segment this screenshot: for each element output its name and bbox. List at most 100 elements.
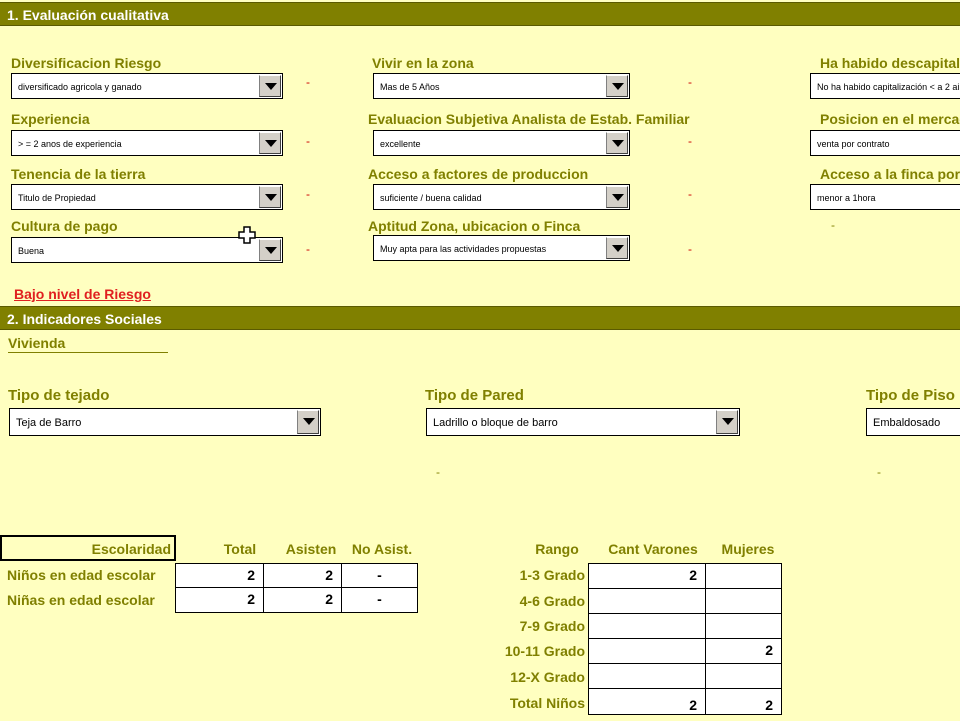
cell-mujeres-10-11[interactable]: 2 [705, 638, 782, 664]
cell-ninos-total[interactable]: 2 [175, 563, 264, 588]
cell-varones-4-6[interactable] [588, 588, 706, 614]
row-label-total-ninos: Total Niños [509, 695, 585, 711]
cell-mujeres-12-x[interactable] [705, 663, 782, 689]
header-mujeres: Mujeres [721, 541, 775, 557]
dash-diversificacion: - [306, 75, 310, 89]
escolaridad-header-cell[interactable]: Escolaridad [0, 535, 176, 561]
label-tipo-piso: Tipo de Piso [866, 387, 955, 404]
dropdown-aptitud-zona[interactable]: Muy apta para las actividades propuestas [373, 235, 630, 261]
header-cant-varones: Cant Varones [608, 541, 698, 557]
dash-acceso-factores: - [688, 187, 692, 201]
dash-vivir-zona: - [688, 75, 692, 89]
dash-tenencia-tierra: - [306, 187, 310, 201]
label-posicion-mercado: Posicion en el mercad [820, 111, 960, 127]
chevron-down-icon[interactable] [259, 186, 281, 208]
section-header-evaluacion: 1. Evaluación cualitativa [0, 2, 960, 26]
chevron-down-icon[interactable] [259, 239, 281, 261]
dropdown-experiencia[interactable]: > = 2 anos de experiencia [11, 130, 283, 156]
chevron-down-icon[interactable] [259, 75, 281, 97]
header-asisten: Asisten [285, 541, 337, 557]
chevron-down-icon[interactable] [606, 132, 628, 154]
dropdown-value: No ha habido capitalización < a 2 ai [817, 82, 960, 92]
label-aptitud-zona: Aptitud Zona, ubicacion o Finca [368, 218, 581, 234]
cell-mujeres-7-9[interactable] [705, 613, 782, 639]
dropdown-value: Teja de Barro [16, 417, 82, 429]
dash-housing-piso: - [877, 465, 881, 479]
row-label-grado-12-x: 12-X Grado [510, 669, 585, 685]
dropdown-acceso-factores[interactable]: suficiente / buena calidad [373, 184, 630, 210]
cell-ninas-total[interactable]: 2 [175, 587, 264, 613]
dropdown-value: suficiente / buena calidad [380, 193, 482, 203]
label-descapitalizacion: Ha habido descapitali [820, 55, 960, 71]
dropdown-value: Mas de 5 Años [380, 82, 440, 92]
dropdown-value: Buena [18, 246, 45, 256]
chevron-down-icon[interactable] [606, 186, 628, 208]
dash-evaluacion-subjetiva: - [688, 134, 692, 148]
dropdown-diversificacion[interactable]: diversificado agricola y ganado [11, 73, 283, 99]
dropdown-value: Muy apta para las actividades propuestas [380, 244, 547, 254]
cell-mujeres-total[interactable]: 2 [705, 688, 782, 715]
cell-varones-1-3[interactable]: 2 [588, 563, 706, 589]
dropdown-descapitalizacion[interactable]: No ha habido capitalización < a 2 ai [810, 73, 960, 99]
row-label-grado-4-6: 4-6 Grado [519, 593, 585, 609]
cell-mujeres-4-6[interactable] [705, 588, 782, 614]
dash-experiencia: - [306, 134, 310, 148]
dropdown-value: Embaldosado [873, 417, 941, 429]
dropdown-posicion-mercado[interactable]: venta por contrato [810, 130, 960, 156]
label-experiencia: Experiencia [11, 111, 90, 127]
label-cultura-pago: Cultura de pago [11, 218, 118, 234]
row-label-grado-1-3: 1-3 Grado [519, 567, 585, 583]
dropdown-tipo-pared[interactable]: Ladrillo o bloque de barro [426, 408, 740, 436]
header-escolaridad: Escolaridad [91, 541, 171, 557]
risk-level-text: Bajo nivel de Riesgo [14, 286, 151, 302]
header-no-asist: No Asist. [351, 541, 413, 557]
cell-varones-10-11[interactable] [588, 638, 706, 664]
dropdown-evaluacion-subjetiva[interactable]: excellente [373, 130, 630, 156]
label-diversificacion: Diversificacion Riesgo [11, 55, 162, 71]
dropdown-tipo-piso[interactable]: Embaldosado [866, 408, 960, 436]
label-vivir-zona: Vivir en la zona [372, 55, 474, 71]
dash-cultura-pago: - [306, 242, 310, 256]
chevron-down-icon[interactable] [606, 75, 628, 97]
dropdown-value: > = 2 anos de experiencia [18, 139, 122, 149]
header-total: Total [223, 541, 257, 557]
dropdown-value: excellente [380, 139, 421, 149]
dropdown-tipo-tejado[interactable]: Teja de Barro [9, 408, 321, 436]
label-evaluacion-subjetiva: Evaluacion Subjetiva Analista de Estab. … [368, 111, 690, 127]
cell-ninas-no-asist[interactable]: - [341, 587, 418, 613]
dash-aptitud-zona: - [688, 242, 692, 256]
cell-varones-12-x[interactable] [588, 663, 706, 689]
section-title: 1. Evaluación cualitativa [7, 7, 169, 23]
chevron-down-icon[interactable] [606, 237, 628, 259]
dash-col3-row4: - [831, 218, 835, 232]
cell-ninos-asisten[interactable]: 2 [263, 563, 342, 588]
cell-varones-total[interactable]: 2 [588, 688, 706, 715]
cell-ninos-no-asist[interactable]: - [341, 563, 418, 588]
cell-mujeres-1-3[interactable] [705, 563, 782, 589]
dropdown-vivir-zona[interactable]: Mas de 5 Años [373, 73, 630, 99]
section-title: 2. Indicadores Sociales [7, 311, 162, 327]
row-label-ninas: Niñas en edad escolar [7, 592, 155, 608]
dropdown-tenencia-tierra[interactable]: Titulo de Propiedad [11, 184, 283, 210]
dropdown-value: Ladrillo o bloque de barro [433, 417, 558, 429]
dropdown-value: Titulo de Propiedad [18, 193, 96, 203]
label-acceso-factores: Acceso a factores de produccion [368, 166, 589, 182]
row-label-grado-10-11: 10-11 Grado [504, 643, 585, 659]
move-cursor-icon [238, 226, 256, 244]
row-label-grado-7-9: 7-9 Grado [519, 618, 585, 634]
dash-housing-pared: - [436, 465, 440, 479]
chevron-down-icon[interactable] [716, 410, 738, 434]
chevron-down-icon[interactable] [297, 410, 319, 434]
label-tipo-tejado: Tipo de tejado [8, 387, 110, 404]
dropdown-acceso-finca[interactable]: menor a 1hora [810, 184, 960, 210]
header-rango: Rango [535, 541, 579, 557]
dropdown-value: menor a 1hora [817, 193, 876, 203]
chevron-down-icon[interactable] [259, 132, 281, 154]
label-tenencia-tierra: Tenencia de la tierra [11, 166, 146, 182]
cell-ninas-asisten[interactable]: 2 [263, 587, 342, 613]
row-label-ninos: Niños en edad escolar [7, 567, 156, 583]
dropdown-value: diversificado agricola y ganado [18, 82, 142, 92]
cell-varones-7-9[interactable] [588, 613, 706, 639]
label-acceso-finca: Acceso a la finca por [820, 166, 960, 182]
label-tipo-pared: Tipo de Pared [425, 387, 524, 404]
